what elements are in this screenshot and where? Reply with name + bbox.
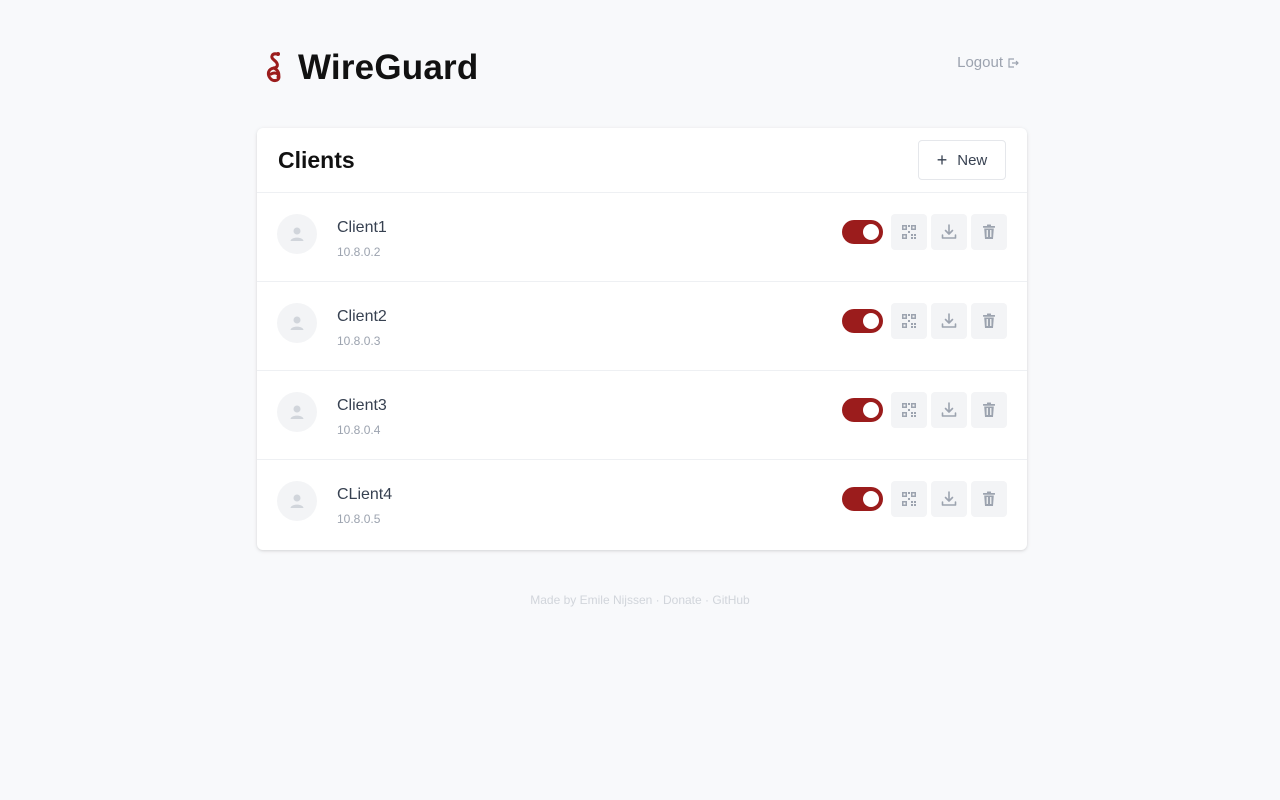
delete-client-button[interactable]	[971, 303, 1007, 339]
download-config-button[interactable]	[931, 392, 967, 428]
brand: WireGuard	[262, 46, 478, 90]
download-icon	[941, 224, 957, 239]
logout-icon	[1008, 57, 1019, 68]
client-address: 10.8.0.2	[337, 245, 381, 259]
qrcode-icon	[902, 492, 916, 506]
user-icon	[290, 227, 304, 241]
logout-button[interactable]: Logout	[957, 54, 1019, 71]
client-address: 10.8.0.5	[337, 512, 381, 526]
qrcode-icon	[902, 225, 916, 239]
footer: Made by Emile Nijssen · Donate · GitHub	[0, 593, 1280, 607]
avatar	[277, 303, 317, 343]
header: WireGuard Logout	[257, 46, 1027, 90]
client-address: 10.8.0.3	[337, 334, 381, 348]
wireguard-logo-icon	[266, 52, 281, 82]
client-row: Client2 10.8.0.3	[257, 282, 1027, 371]
app-title: WireGuard	[298, 48, 479, 87]
client-list: Client1 10.8.0.2 Client2 10.8.0.3 Client…	[257, 193, 1027, 550]
user-icon	[290, 316, 304, 330]
download-config-button[interactable]	[931, 303, 967, 339]
new-client-label: New	[957, 151, 988, 169]
client-enable-toggle[interactable]	[842, 309, 883, 333]
toggle-knob	[863, 313, 879, 329]
footer-separator: ·	[655, 593, 660, 607]
clients-card: Clients + New Client1 10.8.0.2 Client2 1…	[257, 128, 1027, 550]
footer-separator: ·	[705, 593, 710, 607]
toggle-knob	[863, 491, 879, 507]
client-name[interactable]: CLient4	[337, 486, 392, 504]
qrcode-icon	[902, 314, 916, 328]
clients-card-header: Clients + New	[257, 128, 1027, 193]
client-actions	[842, 303, 1007, 339]
trash-icon	[983, 224, 995, 239]
show-qrcode-button[interactable]	[891, 214, 927, 250]
trash-icon	[983, 491, 995, 506]
download-icon	[941, 402, 957, 417]
client-enable-toggle[interactable]	[842, 398, 883, 422]
avatar	[277, 481, 317, 521]
delete-client-button[interactable]	[971, 481, 1007, 517]
toggle-knob	[863, 224, 879, 240]
client-enable-toggle[interactable]	[842, 220, 883, 244]
download-config-button[interactable]	[931, 481, 967, 517]
plus-icon: +	[936, 150, 948, 170]
trash-icon	[983, 402, 995, 417]
show-qrcode-button[interactable]	[891, 392, 927, 428]
client-name[interactable]: Client2	[337, 308, 387, 326]
toggle-knob	[863, 402, 879, 418]
logout-label: Logout	[957, 54, 1003, 71]
avatar	[277, 392, 317, 432]
client-enable-toggle[interactable]	[842, 487, 883, 511]
download-icon	[941, 491, 957, 506]
qrcode-icon	[902, 403, 916, 417]
client-name[interactable]: Client3	[337, 397, 387, 415]
client-row: CLient4 10.8.0.5	[257, 460, 1027, 550]
show-qrcode-button[interactable]	[891, 481, 927, 517]
client-row: Client1 10.8.0.2	[257, 193, 1027, 282]
delete-client-button[interactable]	[971, 392, 1007, 428]
user-icon	[290, 494, 304, 508]
donate-link[interactable]: Donate	[663, 593, 702, 607]
github-link[interactable]: GitHub	[712, 593, 749, 607]
download-config-button[interactable]	[931, 214, 967, 250]
show-qrcode-button[interactable]	[891, 303, 927, 339]
new-client-button[interactable]: + New	[918, 140, 1006, 180]
client-actions	[842, 214, 1007, 250]
delete-client-button[interactable]	[971, 214, 1007, 250]
clients-title: Clients	[278, 147, 355, 173]
avatar	[277, 214, 317, 254]
client-actions	[842, 481, 1007, 517]
user-icon	[290, 405, 304, 419]
client-actions	[842, 392, 1007, 428]
client-address: 10.8.0.4	[337, 423, 381, 437]
client-row: Client3 10.8.0.4	[257, 371, 1027, 460]
made-by-link[interactable]: Made by Emile Nijssen	[530, 593, 652, 607]
client-name[interactable]: Client1	[337, 219, 387, 237]
download-icon	[941, 313, 957, 328]
trash-icon	[983, 313, 995, 328]
